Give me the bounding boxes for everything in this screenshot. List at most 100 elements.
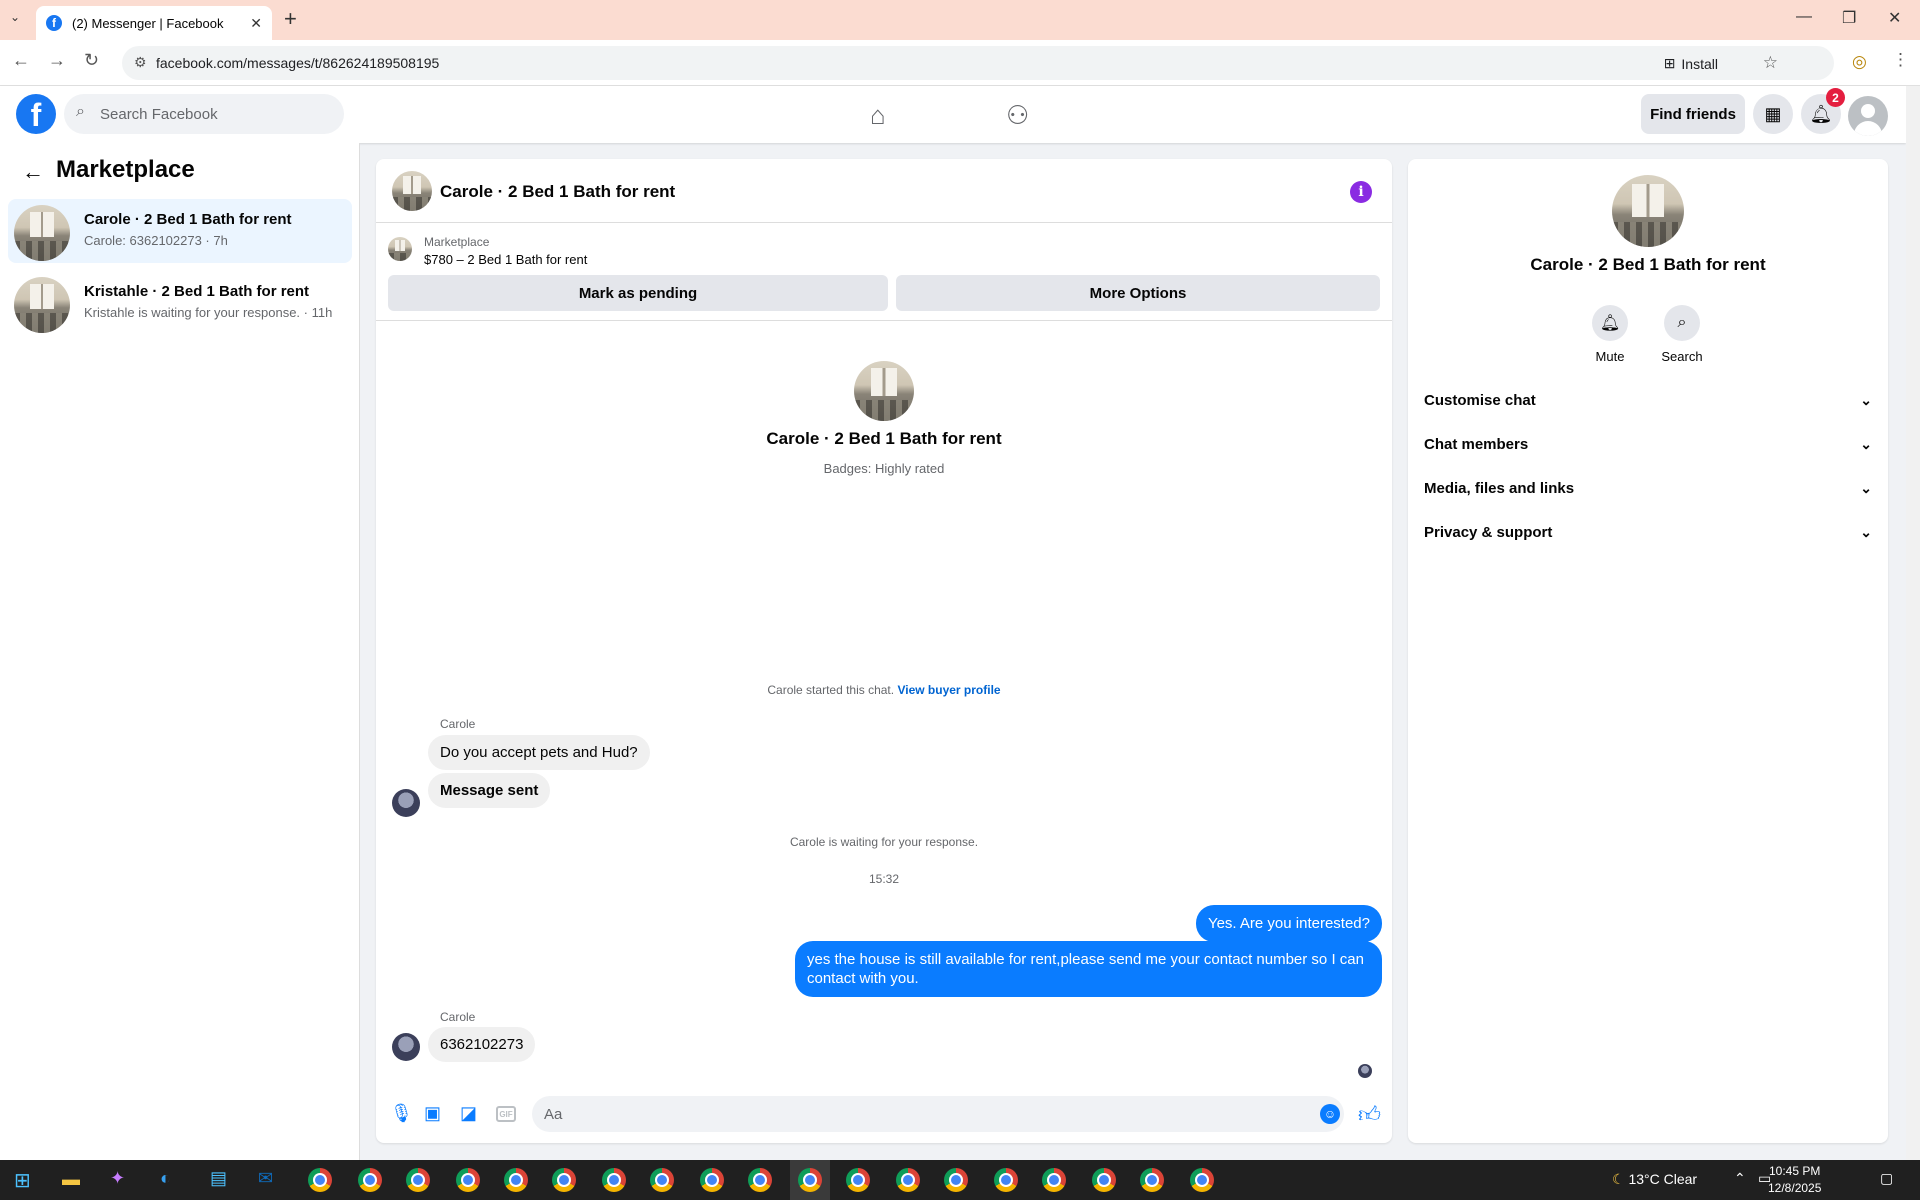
listing-thumbnail (14, 277, 70, 333)
edge-icon[interactable]: ◐ (160, 1168, 171, 1189)
thumbs-up-icon[interactable]: 👍︎ (1358, 1101, 1381, 1128)
chrome-taskbar-icon[interactable] (308, 1168, 332, 1192)
chrome-taskbar-icon[interactable] (1190, 1168, 1214, 1192)
find-friends-button[interactable]: Find friends (1641, 94, 1745, 134)
chrome-taskbar-icon[interactable] (456, 1168, 480, 1192)
incoming-message[interactable]: Message sent (428, 773, 551, 808)
emoji-icon[interactable]: ☺ (1320, 1104, 1340, 1124)
chevron-down-icon: ⌄ (1860, 435, 1872, 452)
message-composer: 🎙︎ ▣ ◪ GIF Aa ☺ 👍︎ (376, 1089, 1392, 1143)
chrome-taskbar-icon[interactable] (896, 1168, 920, 1192)
back-arrow-icon[interactable]: ← (12, 50, 30, 71)
listing-price-title[interactable]: $780 – 2 Bed 1 Bath for rent (424, 252, 587, 267)
menu-grid-icon[interactable]: ▦ (1753, 94, 1793, 134)
sender-avatar[interactable] (392, 789, 420, 817)
media-files-links-row[interactable]: Media, files and links ⌄ (1424, 470, 1872, 506)
home-icon[interactable]: ⌂ (870, 100, 886, 131)
outlook-icon[interactable]: ✉ (258, 1168, 273, 1189)
profile-icon[interactable]: ◎ (1852, 52, 1867, 72)
chrome-taskbar-icon[interactable] (358, 1168, 382, 1192)
chrome-taskbar-icon[interactable] (602, 1168, 626, 1192)
clock[interactable]: 10:45 PM 12/8/2025 (1768, 1163, 1821, 1197)
sender-avatar[interactable] (392, 1033, 420, 1061)
minimize-button[interactable]: — (1796, 8, 1812, 26)
facebook-logo[interactable]: f (16, 94, 56, 134)
mute-button[interactable]: 🔔︎ Mute (1580, 305, 1640, 364)
friends-icon[interactable]: ⚇ (1006, 100, 1029, 131)
view-buyer-profile-link[interactable]: View buyer profile (897, 683, 1000, 697)
started-text: Carole started this chat. (767, 683, 895, 697)
message-placeholder: Aa (544, 1105, 563, 1123)
incoming-message[interactable]: Do you accept pets and Hud? (428, 735, 650, 770)
site-info-icon[interactable]: ⚙ (134, 54, 147, 71)
chat-members-row[interactable]: Chat members ⌄ (1424, 426, 1872, 462)
more-options-button[interactable]: More Options (896, 275, 1380, 311)
chrome-taskbar-icon[interactable] (650, 1168, 674, 1192)
chrome-taskbar-icon[interactable] (1092, 1168, 1116, 1192)
conversation-item[interactable]: Kristahle · 2 Bed 1 Bath for rent Krista… (8, 271, 352, 335)
forward-arrow-icon[interactable]: → (48, 50, 66, 71)
tab-search-dropdown[interactable]: ⌄ (10, 10, 20, 24)
chat-title[interactable]: Carole · 2 Bed 1 Bath for rent (440, 182, 675, 202)
windows-taskbar: ⊞ ▬ ✦ ◐ ▤ ✉ ☾ 13°C Clear ⌃ ▭ 10:45 PM 12… (0, 1160, 1920, 1200)
marketplace-panel: ← Marketplace Carole · 2 Bed 1 Bath for … (0, 143, 360, 1160)
account-avatar[interactable] (1848, 96, 1888, 136)
profile-avatar[interactable] (854, 361, 914, 421)
chrome-taskbar-icon[interactable] (1140, 1168, 1164, 1192)
microphone-icon[interactable]: 🎙︎ (390, 1103, 413, 1124)
reload-icon[interactable]: ↻ (84, 50, 99, 71)
outgoing-message[interactable]: Yes. Are you interested? (1195, 905, 1382, 942)
details-avatar[interactable] (1612, 175, 1684, 247)
incoming-message[interactable]: 6362102273 (428, 1027, 536, 1062)
notification-badge: 2 (1826, 88, 1845, 107)
chrome-taskbar-icon[interactable] (700, 1168, 724, 1192)
browser-menu-icon[interactable]: ⋮ (1892, 50, 1909, 70)
tab-title: (2) Messenger | Facebook (72, 15, 224, 31)
info-icon[interactable]: i (1350, 181, 1372, 203)
chevron-down-icon: ⌄ (1860, 479, 1872, 496)
file-explorer-icon[interactable]: ▬ (62, 1169, 80, 1190)
weather-widget[interactable]: ☾ 13°C Clear (1612, 1171, 1697, 1188)
mark-as-pending-button[interactable]: Mark as pending (388, 275, 888, 311)
chrome-taskbar-icon[interactable] (748, 1168, 772, 1192)
new-tab-button[interactable]: + (284, 6, 297, 32)
tab-close-icon[interactable]: ✕ (250, 15, 262, 32)
address-bar[interactable]: ⚙ facebook.com/messages/t/86262418950819… (122, 46, 1834, 80)
sticker-icon[interactable]: ◪ (460, 1103, 477, 1124)
back-arrow-icon[interactable]: ← (22, 159, 44, 185)
install-button[interactable]: ⊞ Install (1664, 55, 1718, 72)
weather-text: 13°C Clear (1628, 1171, 1698, 1187)
chrome-taskbar-icon[interactable] (944, 1168, 968, 1192)
tray-chevron-icon[interactable]: ⌃ (1734, 1170, 1746, 1187)
chrome-taskbar-icon[interactable] (798, 1168, 822, 1192)
chrome-taskbar-icon[interactable] (406, 1168, 430, 1192)
gif-icon[interactable]: GIF (496, 1106, 516, 1122)
chrome-taskbar-icon[interactable] (994, 1168, 1018, 1192)
windows-start-icon[interactable]: ⊞ (14, 1168, 31, 1193)
chat-started-note: Carole started this chat. View buyer pro… (376, 683, 1392, 697)
restore-button[interactable]: ❐ (1842, 8, 1856, 28)
browser-tab[interactable]: f (2) Messenger | Facebook ✕ (36, 6, 272, 40)
close-window-button[interactable]: ✕ (1888, 8, 1901, 28)
moon-icon: ☾ (1612, 1171, 1625, 1187)
bookmark-star-icon[interactable]: ☆ (1763, 53, 1778, 73)
search-button[interactable]: ⌕ Search (1652, 305, 1712, 364)
message-input[interactable]: Aa (532, 1096, 1344, 1132)
notification-center-icon[interactable]: ▢ (1880, 1170, 1893, 1187)
customise-chat-row[interactable]: Customise chat ⌄ (1424, 382, 1872, 418)
store-icon[interactable]: ▤ (210, 1168, 227, 1189)
chat-header: Carole · 2 Bed 1 Bath for rent i (376, 159, 1392, 223)
privacy-support-row[interactable]: Privacy & support ⌄ (1424, 514, 1872, 550)
chrome-taskbar-icon[interactable] (504, 1168, 528, 1192)
conversation-item[interactable]: Carole · 2 Bed 1 Bath for rent Carole: 6… (8, 199, 352, 263)
chrome-taskbar-icon[interactable] (1042, 1168, 1066, 1192)
chrome-taskbar-icon[interactable] (552, 1168, 576, 1192)
chat-avatar[interactable] (392, 171, 432, 211)
photo-icon[interactable]: ▣ (424, 1103, 441, 1124)
chrome-taskbar-icon[interactable] (846, 1168, 870, 1192)
facebook-search-input[interactable]: ⌕ Search Facebook (64, 94, 344, 134)
copilot-icon[interactable]: ✦ (110, 1168, 125, 1189)
page-scrollbar[interactable] (1906, 86, 1920, 1160)
outgoing-message[interactable]: yes the house is still available for ren… (795, 941, 1382, 997)
facebook-favicon-icon: f (46, 15, 62, 31)
